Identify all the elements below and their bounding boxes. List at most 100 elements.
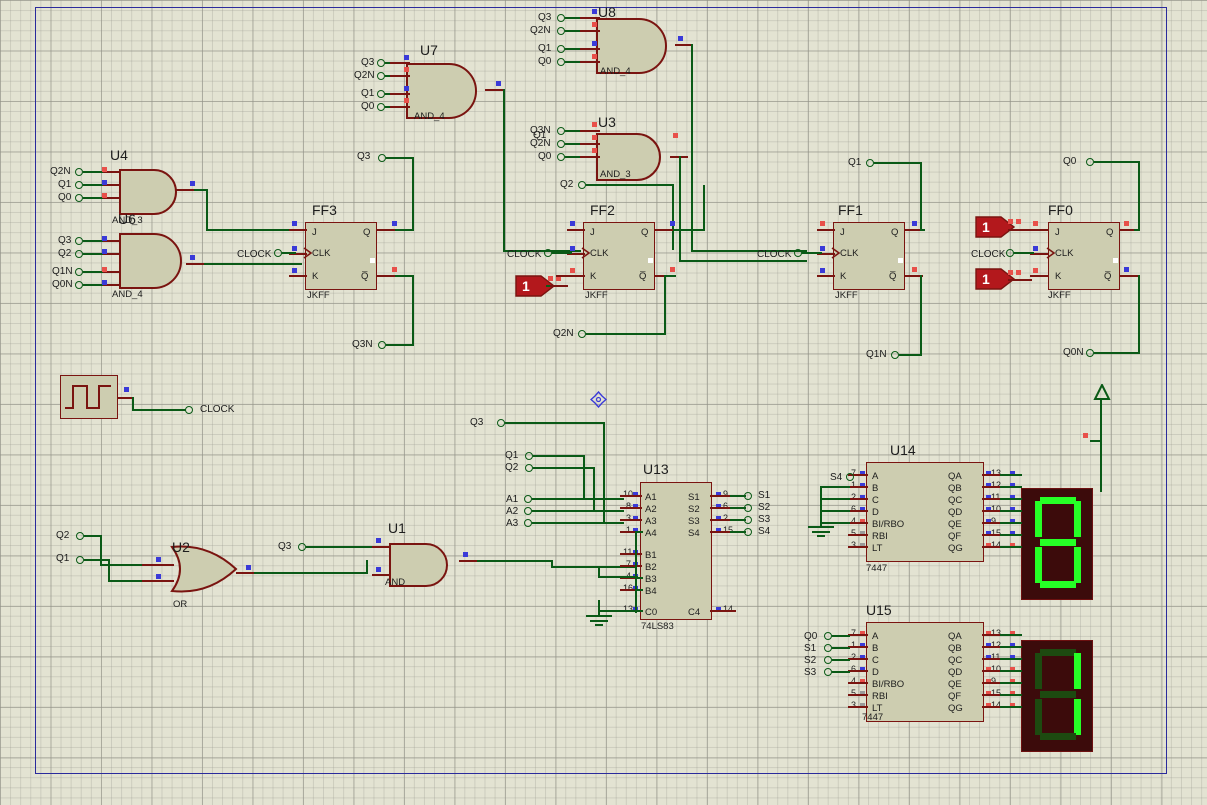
- terminal-q2-left[interactable]: [76, 532, 84, 540]
- terminal-u8-in3[interactable]: [557, 45, 565, 53]
- pin-u15-lt: LT: [872, 703, 883, 714]
- gate-u6[interactable]: [118, 232, 190, 295]
- terminal-u13-s4[interactable]: [744, 528, 752, 536]
- pin-u13-c4: C4: [688, 607, 701, 618]
- wire-u6-in2: [83, 253, 103, 255]
- pin-ff0-clk: CLK: [1055, 248, 1074, 259]
- pin-u14-qf: QF: [948, 531, 962, 542]
- label-ff2-clock: CLOCK: [507, 249, 542, 260]
- terminal-q3-u1[interactable]: [298, 543, 306, 551]
- terminal-label-q2-left: Q2: [56, 530, 70, 541]
- pin-u14-qc: QC: [948, 495, 963, 506]
- terminal-ff0-clock[interactable]: [1006, 249, 1014, 257]
- terminal-u4-in1[interactable]: [75, 168, 83, 176]
- probe-ff1-q: [912, 221, 917, 226]
- pinwire-u7-out: [485, 89, 503, 91]
- terminal-u14-s4[interactable]: [846, 473, 854, 481]
- seg-top-g: [1040, 539, 1076, 546]
- pinwire-u8-in1: [580, 17, 600, 19]
- wire-u8-out-v: [691, 44, 693, 252]
- seg-bot-g: [1040, 691, 1076, 698]
- ic-u14[interactable]: [866, 462, 984, 562]
- probe-ff2-state: [648, 258, 653, 263]
- terminal-ff3-q[interactable]: [378, 154, 386, 162]
- terminal-ff0-qn[interactable]: [1086, 349, 1094, 357]
- terminal-clock-output[interactable]: [185, 406, 193, 414]
- terminal-u13-s3[interactable]: [744, 516, 752, 524]
- terminal-ff1-clock[interactable]: [794, 249, 802, 257]
- terminal-u13-s1[interactable]: [744, 492, 752, 500]
- terminal-u13-a3-in[interactable]: [524, 519, 532, 527]
- terminal-ff2-clock[interactable]: [544, 249, 552, 257]
- terminal-u3-in1[interactable]: [557, 127, 565, 135]
- terminal-u3-in2[interactable]: [557, 140, 565, 148]
- seg-top-c: [1074, 547, 1081, 583]
- clock-generator[interactable]: [60, 375, 118, 419]
- probe-ff0-state: [1113, 258, 1118, 263]
- terminal-ff2-qn[interactable]: [578, 330, 586, 338]
- terminal-u8-in1[interactable]: [557, 14, 565, 22]
- pin-u13-s2: S2: [688, 504, 700, 515]
- terminal-bus-q2[interactable]: [525, 464, 533, 472]
- seg-bot-e: [1035, 699, 1042, 735]
- pin-ff1-qn: Q̅: [889, 271, 897, 282]
- terminal-u4-in2[interactable]: [75, 181, 83, 189]
- terminal-q2-node[interactable]: [578, 181, 586, 189]
- terminal-ff1-q[interactable]: [866, 159, 874, 167]
- terminal-u8-in2[interactable]: [557, 27, 565, 35]
- terminal-u4-in3[interactable]: [75, 194, 83, 202]
- terminal-u15-s2[interactable]: [824, 656, 832, 664]
- terminal-u6-in4[interactable]: [75, 281, 83, 289]
- wire-q2-v: [672, 184, 674, 250]
- ic-u15[interactable]: [866, 622, 984, 722]
- terminal-u3-in3[interactable]: [557, 153, 565, 161]
- terminal-ff0-q[interactable]: [1086, 158, 1094, 166]
- input-label-u4-1: Q2N: [50, 166, 71, 177]
- wire-u6-in3: [83, 271, 103, 273]
- terminal-u6-in1[interactable]: [75, 237, 83, 245]
- probe-ff3-k: [292, 268, 297, 273]
- wire-u7-out-v: [503, 89, 505, 252]
- schematic-canvas[interactable]: U4 AND_3 Q2N Q1 Q0 U6 AND_4 Q3 Q2 Q1N Q0…: [0, 0, 1207, 805]
- terminal-u6-in3[interactable]: [75, 268, 83, 276]
- seven-seg-display-bottom: [1021, 640, 1093, 752]
- probe-ff1-j: [820, 221, 825, 226]
- terminal-q1-left[interactable]: [76, 556, 84, 564]
- probe-u2-in1: [156, 557, 161, 562]
- terminal-bus-q3[interactable]: [497, 419, 505, 427]
- pin-u15-rbi: RBI: [872, 691, 888, 702]
- pinwire-u14-rbi: [848, 534, 868, 536]
- ground-symbol-u14: [806, 523, 836, 544]
- terminal-u15-s1[interactable]: [824, 644, 832, 652]
- terminal-u7-in4[interactable]: [377, 103, 385, 111]
- pin-ff3-qn: Q̅: [361, 271, 369, 282]
- terminal-u7-in2[interactable]: [377, 72, 385, 80]
- terminal-u15-s3[interactable]: [824, 668, 832, 676]
- terminal-u15-q0[interactable]: [824, 632, 832, 640]
- terminal-u6-in2[interactable]: [75, 250, 83, 258]
- terminal-u13-a1-in[interactable]: [524, 495, 532, 503]
- label-u15-s3: S3: [804, 667, 817, 678]
- terminal-u13-s2[interactable]: [744, 504, 752, 512]
- terminal-ff3-clock[interactable]: [274, 249, 282, 257]
- pinwire-u14-qe: [982, 522, 1002, 524]
- probe-logic-ff0k-a: [1008, 270, 1013, 275]
- terminal-u8-in4[interactable]: [557, 58, 565, 66]
- pinwire-ff1-k: [817, 275, 835, 277]
- wire-ff0-qn-h: [1094, 352, 1140, 354]
- label-u15-q0: Q0: [804, 631, 818, 642]
- terminal-u7-in3[interactable]: [377, 90, 385, 98]
- terminal-bus-q1[interactable]: [525, 452, 533, 460]
- wire-u1-out-h: [477, 560, 553, 562]
- terminal-u13-a2-in[interactable]: [524, 507, 532, 515]
- ref-u14: U14: [890, 442, 916, 458]
- pinwire-ff0-j: [1030, 229, 1048, 231]
- wire-ff0-q-v: [1138, 161, 1140, 231]
- type-u2: OR: [173, 599, 188, 610]
- terminal-ff3-qn[interactable]: [378, 341, 386, 349]
- pinwire-u13-a2: [620, 507, 642, 509]
- probe-ff3-j: [292, 221, 297, 226]
- terminal-u7-in1[interactable]: [377, 59, 385, 67]
- terminal-ff1-qn[interactable]: [891, 351, 899, 359]
- label-ff0-qn: Q0N: [1063, 347, 1084, 358]
